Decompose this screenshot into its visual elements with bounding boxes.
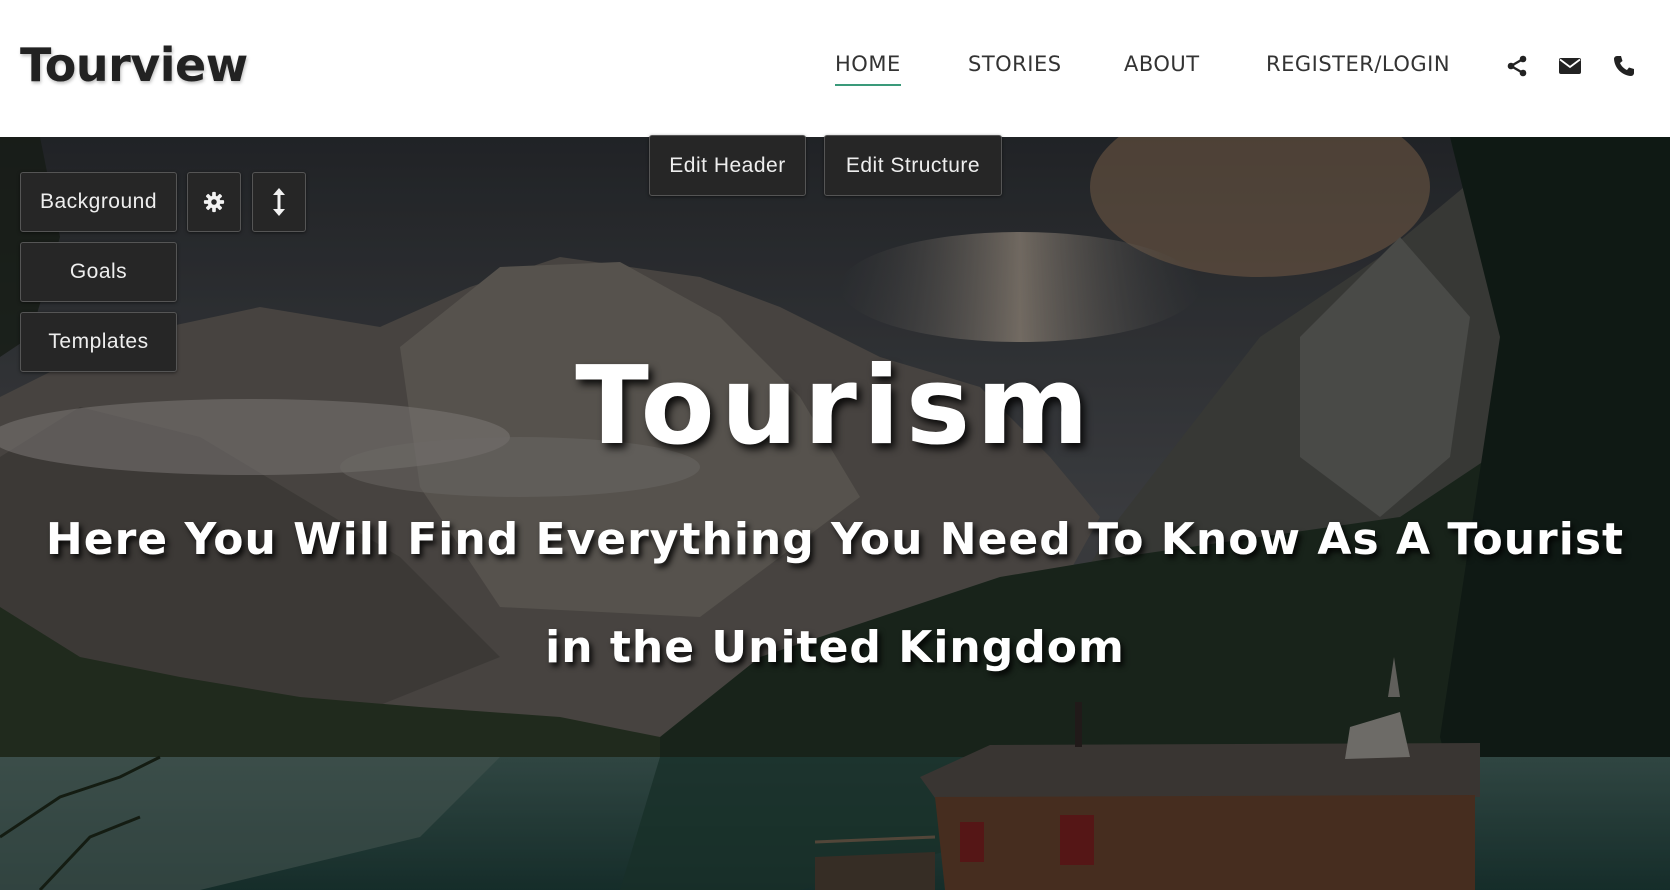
- edit-structure-button[interactable]: Edit Structure: [824, 135, 1002, 196]
- edit-header-button[interactable]: Edit Header: [649, 135, 806, 196]
- resize-height-button[interactable]: [252, 172, 306, 232]
- goals-button[interactable]: Goals: [20, 242, 177, 302]
- main-nav: HOME STORIES ABOUT REGISTER/LOGIN: [0, 52, 1670, 92]
- nav-stories[interactable]: STORIES: [968, 52, 1062, 76]
- hero-subtitle-line1: Here You Will Find Everything You Need T…: [45, 514, 1625, 565]
- nav-register-login[interactable]: REGISTER/LOGIN: [1266, 52, 1450, 76]
- mail-icon[interactable]: [1558, 54, 1582, 78]
- share-icon[interactable]: [1505, 54, 1529, 78]
- templates-button[interactable]: Templates: [20, 312, 177, 372]
- settings-button[interactable]: [187, 172, 241, 232]
- gear-icon: [203, 191, 225, 213]
- vertical-resize-icon: [273, 188, 285, 216]
- phone-icon[interactable]: [1612, 54, 1636, 78]
- hero-title: Tourism: [575, 344, 1095, 469]
- background-button[interactable]: Background: [20, 172, 177, 232]
- nav-about[interactable]: ABOUT: [1124, 52, 1200, 76]
- hero-section: Tourism Here You Will Find Everything Yo…: [0, 137, 1670, 890]
- site-header: Tourview HOME STORIES ABOUT REGISTER/LOG…: [0, 0, 1670, 137]
- hero-subtitle-line2: in the United Kingdom: [545, 622, 1125, 673]
- nav-home[interactable]: HOME: [835, 52, 901, 86]
